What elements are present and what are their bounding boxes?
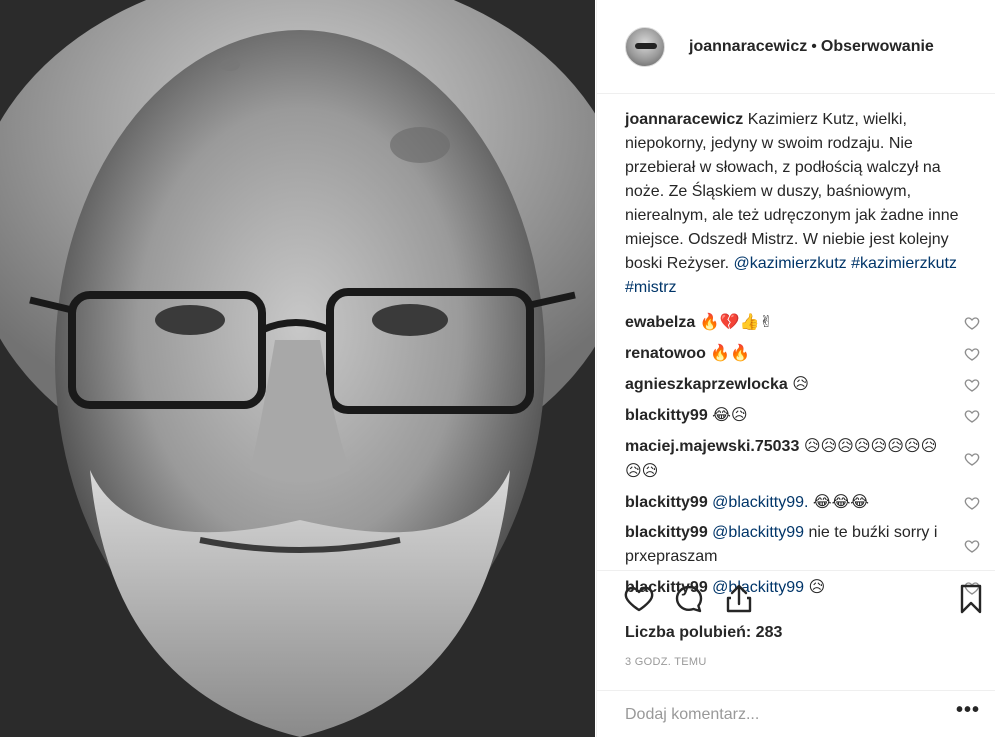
comment-username[interactable]: maciej.majewski.75033 (625, 438, 799, 455)
avatar[interactable] (625, 26, 665, 67)
like-comment-heart-icon[interactable] (964, 315, 980, 331)
comment-username[interactable]: ewabelza (625, 314, 695, 331)
post-actions (597, 570, 995, 626)
caption-username[interactable]: joannaracewicz (625, 111, 743, 128)
comment-text: 🔥🔥 (710, 343, 751, 362)
comment-row: agnieszkaprzewlocka 😥 (625, 372, 980, 397)
comment-mention[interactable]: @blackitty99. (712, 494, 808, 511)
bookmark-icon[interactable] (955, 583, 987, 615)
post-photo[interactable] (0, 0, 595, 737)
caption-mention[interactable]: @kazimierzkutz (734, 255, 847, 272)
comment-row: ewabelza 🔥💔👍✌ (625, 310, 980, 335)
comment-mention[interactable]: @blackitty99 (712, 524, 804, 541)
comment-row: blackitty99 @blackitty99 nie te buźki so… (625, 521, 980, 569)
comment-text: 😥 (792, 374, 809, 393)
comment-username[interactable]: agnieszkaprzewlocka (625, 376, 788, 393)
comment-row: blackitty99 @blackitty99. 😂😂😂 (625, 490, 980, 515)
follow-button[interactable]: Obserwowanie (821, 38, 934, 56)
header-username[interactable]: joannaracewicz (689, 38, 807, 56)
add-comment-input[interactable] (625, 703, 925, 727)
post-header: joannaracewicz • Obserwowanie (597, 0, 995, 94)
comment-text: 🔥💔👍✌ (699, 312, 773, 331)
more-options-icon[interactable]: ••• (956, 699, 980, 722)
add-comment-bar: ••• (597, 690, 995, 737)
post-panel: joannaracewicz • Obserwowanie joannarace… (596, 0, 995, 737)
like-comment-heart-icon[interactable] (964, 346, 980, 362)
comment-row: renatowoo 🔥🔥 (625, 341, 980, 366)
caption-text: Kazimierz Kutz, wielki, niepokorny, jedy… (625, 111, 959, 272)
comment-row: maciej.majewski.75033 😥😥😥😥😥😥😥😥😥😥 (625, 434, 980, 484)
post-caption: joannaracewicz Kazimierz Kutz, wielki, n… (625, 108, 980, 300)
like-comment-heart-icon[interactable] (964, 451, 980, 467)
comment-username[interactable]: renatowoo (625, 345, 706, 362)
comment-username[interactable]: blackitty99 (625, 494, 708, 511)
comments-list: joannaracewicz Kazimierz Kutz, wielki, n… (625, 108, 980, 606)
comment-username[interactable]: blackitty99 (625, 407, 708, 424)
comment-username[interactable]: blackitty99 (625, 524, 708, 541)
comment-row: blackitty99 😂😥 (625, 403, 980, 428)
share-icon[interactable] (723, 583, 755, 615)
comment-text: 😂😂😂 (812, 492, 869, 511)
like-comment-heart-icon[interactable] (964, 495, 980, 511)
like-comment-heart-icon[interactable] (964, 408, 980, 424)
like-comment-heart-icon[interactable] (964, 377, 980, 393)
like-comment-heart-icon[interactable] (964, 538, 980, 554)
comment-bubble-icon[interactable] (673, 583, 705, 615)
portrait-image (0, 0, 595, 737)
header-separator: • (811, 37, 817, 55)
post-timestamp[interactable]: 3 GODZ. TEMU (625, 656, 707, 668)
likes-count[interactable]: Liczba polubień: 283 (625, 624, 782, 642)
like-heart-icon[interactable] (623, 583, 655, 615)
comment-text: 😂😥 (712, 405, 748, 424)
